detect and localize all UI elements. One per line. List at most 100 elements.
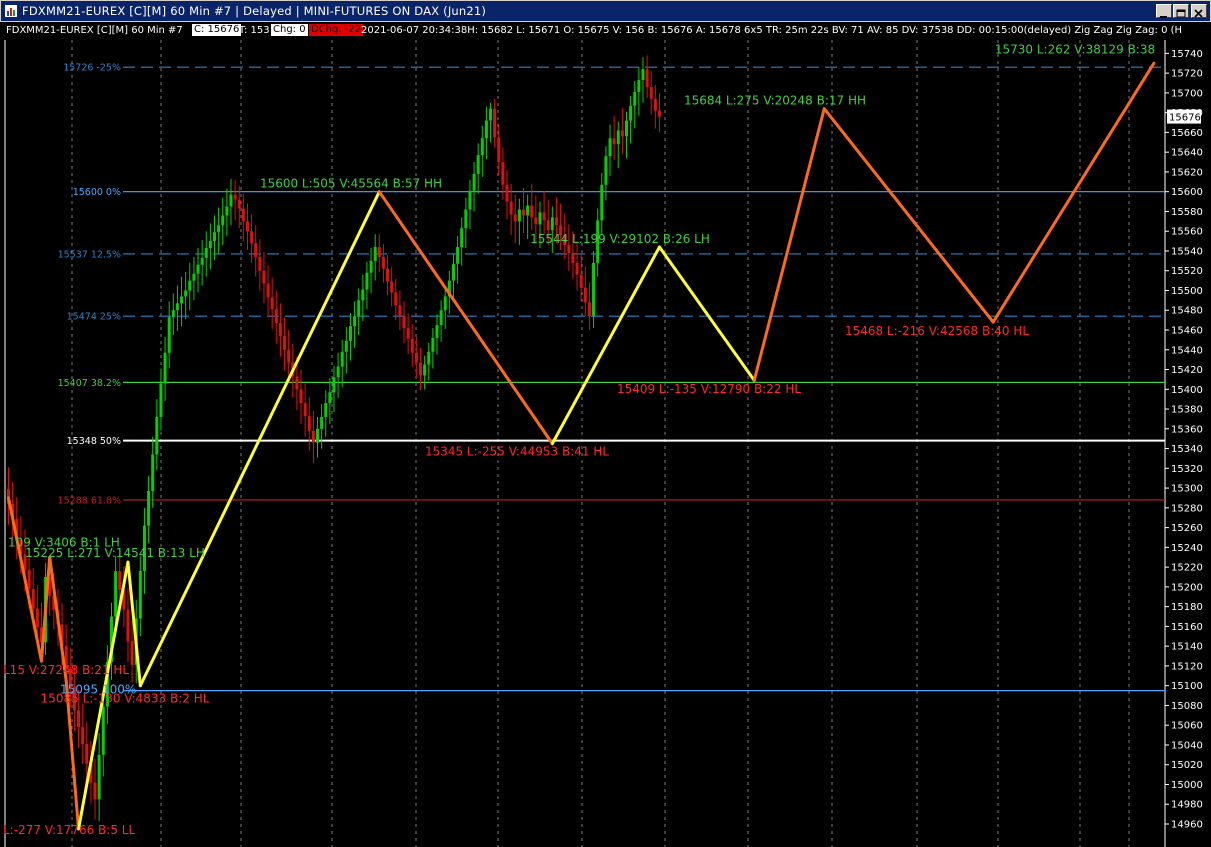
candle-body <box>439 310 443 326</box>
y-tick-label: 15400 <box>1171 385 1203 396</box>
zigzag-annotation: 15684 L:275 V:20248 B:17 HH <box>684 94 866 108</box>
y-tick-label: 15600 <box>1171 187 1203 198</box>
candle-body <box>369 260 373 273</box>
candle-body <box>435 325 439 338</box>
candle-body <box>489 108 493 121</box>
candle-body <box>468 190 472 210</box>
candle-body <box>237 199 241 209</box>
y-tick-label: 15540 <box>1171 246 1203 257</box>
candle-body <box>245 221 249 232</box>
candle-body <box>373 247 377 261</box>
candle-body <box>303 403 307 416</box>
candle-body <box>254 243 258 257</box>
candle-body <box>97 754 101 800</box>
candle-body <box>390 281 394 293</box>
fib-level-label: 15348 50% <box>67 436 121 447</box>
candle-body <box>196 264 200 274</box>
candle-body <box>241 208 245 222</box>
candle-body <box>484 120 488 139</box>
candle-body <box>332 377 336 393</box>
candle-body <box>571 252 575 263</box>
y-tick-label: 15340 <box>1171 444 1203 455</box>
candle-body <box>274 309 278 324</box>
y-tick-label: 15420 <box>1171 365 1203 376</box>
candle-body <box>155 416 159 455</box>
candle-body <box>575 262 579 275</box>
y-tick-label: 15080 <box>1171 701 1203 712</box>
fib-level-label: 15537 12.5% <box>58 249 121 260</box>
candle-body <box>287 349 291 363</box>
fib-level-label: 15407 38.2% <box>58 378 121 389</box>
candle-body <box>278 323 282 336</box>
candle-body <box>258 256 262 271</box>
candle-body <box>633 91 637 106</box>
y-tick-label: 15240 <box>1171 543 1203 554</box>
candle-body <box>509 201 513 215</box>
y-tick-label: 15140 <box>1171 642 1203 653</box>
candle-body <box>381 256 385 269</box>
candle-body <box>493 108 497 138</box>
candle-body <box>398 305 402 317</box>
last-price-label: 15676 <box>1169 113 1201 124</box>
candle-body <box>616 130 620 145</box>
y-tick-label: 15520 <box>1171 266 1203 277</box>
candle-body <box>175 303 179 311</box>
candle-body <box>542 212 546 221</box>
candle-body <box>311 430 315 443</box>
fib-level-label: 15600 0% <box>73 187 121 198</box>
y-tick-label: 15060 <box>1171 721 1203 732</box>
candle-body <box>637 80 641 92</box>
zigzag-annotation: L:-277 V:17766 B:5 LL <box>3 823 135 837</box>
candle-body <box>213 232 216 242</box>
y-tick-label: 15500 <box>1171 286 1203 297</box>
candle-body <box>608 138 612 157</box>
candle-body <box>204 247 208 258</box>
candle-body <box>431 337 435 352</box>
y-tick-label: 15180 <box>1171 602 1203 613</box>
y-tick-label: 15040 <box>1171 740 1203 751</box>
candle-body <box>348 326 352 341</box>
candle-body <box>126 609 130 642</box>
candle-body <box>538 212 542 225</box>
candle-body <box>262 270 266 284</box>
y-tick-label: 15700 <box>1171 88 1203 99</box>
candle-body <box>649 86 653 99</box>
candle-body <box>266 283 270 298</box>
candle-body <box>550 217 554 231</box>
candle-body <box>612 138 616 145</box>
candle-body <box>620 130 624 137</box>
candle-body <box>513 214 517 222</box>
candle-body <box>414 352 418 363</box>
y-tick-label: 15460 <box>1171 326 1203 337</box>
candle-body <box>579 274 583 288</box>
y-tick-label: 15260 <box>1171 523 1203 534</box>
candle-body <box>604 156 608 185</box>
y-tick-label: 15120 <box>1171 661 1203 672</box>
y-tick-label: 15740 <box>1171 49 1203 60</box>
y-tick-label: 15640 <box>1171 148 1203 159</box>
candle-body <box>270 297 274 310</box>
candle-body <box>427 351 431 365</box>
candle-body <box>344 340 348 352</box>
y-tick-label: 15000 <box>1171 780 1203 791</box>
candle-body <box>340 351 344 367</box>
candle-body <box>554 217 558 226</box>
candle-body <box>147 491 151 526</box>
candle-body <box>93 782 97 800</box>
candle-body <box>163 352 167 384</box>
candle-body <box>167 317 171 353</box>
candle-body <box>101 706 105 755</box>
candle-body <box>324 403 328 417</box>
candle-body <box>653 98 657 111</box>
y-tick-label: 14980 <box>1171 800 1203 811</box>
zigzag-annotation: 15730 L:262 V:38129 B:38 <box>995 42 1155 56</box>
candle-body <box>402 316 406 329</box>
price-chart[interactable]: 14960 14980 15000 15020 15040 15060 15080 15100… <box>0 0 1211 847</box>
fib-level-label: 15474 25% <box>67 312 121 323</box>
candle-body <box>476 155 480 174</box>
candle-body <box>377 247 381 257</box>
candle-body <box>517 209 521 222</box>
candle-body <box>419 362 422 376</box>
fib-level-label: 15726 -25% <box>63 63 121 74</box>
candle-body <box>217 225 221 233</box>
